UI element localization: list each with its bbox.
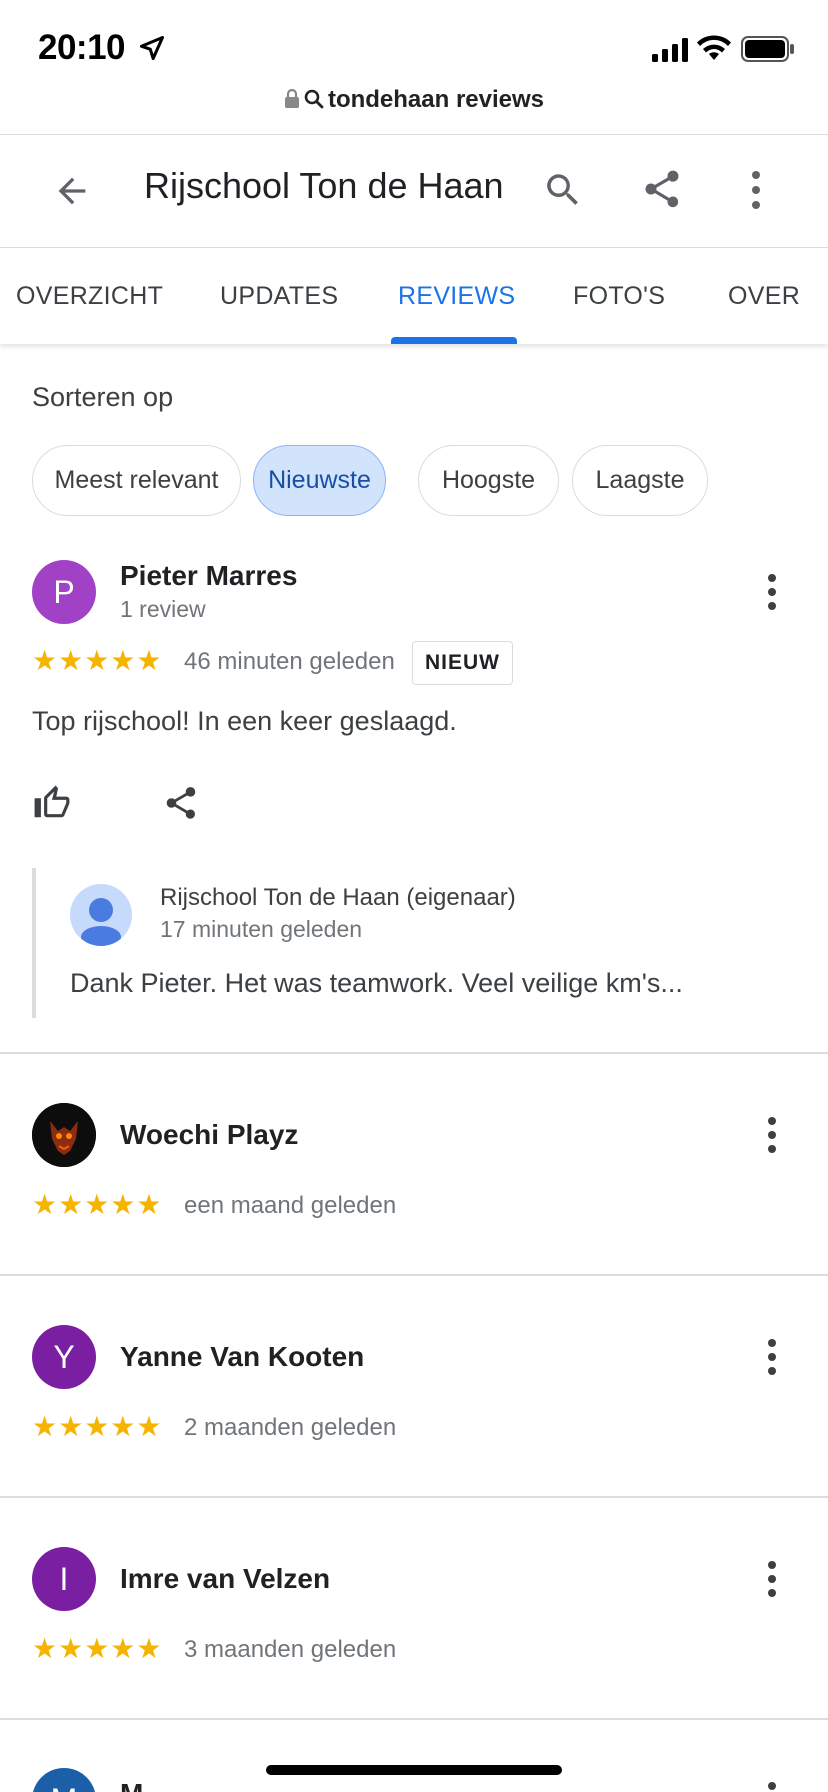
divider [0,1496,828,1498]
location-arrow-icon [139,35,165,61]
search-icon [304,89,324,109]
reviewer-name[interactable]: Pieter Marres [120,560,297,592]
chip-meest-relevant[interactable]: Meest relevant [32,445,241,516]
reviewer-name[interactable]: Woechi Playz [120,1119,298,1151]
share-icon[interactable] [640,167,684,211]
search-icon[interactable] [542,169,584,211]
star-rating: ★★★★★ [32,1633,163,1664]
active-tab-indicator [391,337,517,344]
person-icon [81,898,121,946]
tab-updates[interactable]: UPDATES [220,282,338,311]
wifi-icon [697,35,731,60]
page-title: Rijschool Ton de Haan [144,165,504,206]
more-vert-icon[interactable] [765,1339,779,1375]
battery-icon [741,36,794,62]
reviewer-name[interactable]: Imre van Velzen [120,1563,330,1595]
divider [0,1274,828,1276]
star-rating: ★★★★★ [32,645,163,676]
owner-reply: Rijschool Ton de Haan (eigenaar) 17 minu… [32,868,796,1018]
new-badge: NIEUW [412,641,513,685]
review-text: Top rijschool! In een keer geslaagd. [32,706,457,736]
owner-avatar [70,884,132,946]
more-vert-icon[interactable] [765,574,779,610]
chip-laagste[interactable]: Laagste [572,445,708,516]
divider [0,1052,828,1054]
more-vert-icon[interactable] [744,169,768,211]
reviewer-name[interactable]: M... [120,1778,167,1792]
review-count: 1 review [120,596,206,622]
tab-overzicht[interactable]: OVERZICHT [16,282,163,311]
demon-face-icon [32,1103,96,1167]
url-bar[interactable]: tondehaan reviews [0,86,828,126]
thumbs-up-icon[interactable] [32,784,72,822]
chip-hoogste[interactable]: Hoogste [418,445,559,516]
tab-bar: OVERZICHT UPDATES REVIEWS FOTO'S OVER [0,248,828,344]
avatar[interactable]: P [32,560,96,624]
tab-reviews[interactable]: REVIEWS [398,282,515,311]
home-indicator[interactable] [266,1765,562,1775]
cellular-signal-icon [652,38,688,62]
tab-fotos[interactable]: FOTO'S [573,282,665,311]
app-header: Rijschool Ton de Haan [0,135,828,247]
owner-name: Rijschool Ton de Haan (eigenaar) [160,884,516,911]
url-text: tondehaan reviews [327,86,545,113]
more-vert-icon[interactable] [765,1782,779,1792]
divider [0,1718,828,1720]
tab-over[interactable]: OVER [728,282,800,311]
star-rating: ★★★★★ [32,1411,163,1442]
owner-reply-text[interactable]: Dank Pieter. Het was teamwork. Veel veil… [70,968,683,999]
lock-icon [284,89,299,108]
reviewer-name[interactable]: Yanne Van Kooten [120,1341,364,1373]
avatar[interactable] [32,1103,96,1167]
review-time: een maand geleden [184,1192,397,1219]
owner-reply-time: 17 minuten geleden [160,916,363,942]
avatar[interactable]: M [32,1768,96,1792]
back-arrow-icon[interactable] [52,171,92,211]
status-time: 20:10 [38,28,126,67]
sort-label: Sorteren op [32,382,174,412]
avatar[interactable]: Y [32,1325,96,1389]
review-time: 2 maanden geleden [184,1414,397,1441]
more-vert-icon[interactable] [765,1117,779,1153]
status-bar: 20:10 [0,0,828,90]
avatar[interactable]: I [32,1547,96,1611]
review-time: 46 minuten geleden [184,648,395,675]
chip-nieuwste[interactable]: Nieuwste [253,445,386,516]
star-rating: ★★★★★ [32,1189,163,1220]
share-icon[interactable] [162,784,200,822]
more-vert-icon[interactable] [765,1561,779,1597]
review-time: 3 maanden geleden [184,1636,397,1663]
